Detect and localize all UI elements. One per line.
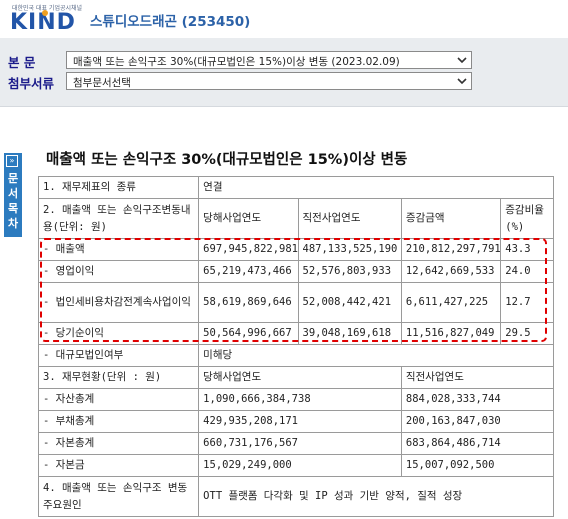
table-cell: - 당기순이익	[37, 322, 200, 345]
table-cell: 미해당	[198, 344, 554, 367]
table-cell: 직전사업연도	[400, 366, 555, 389]
table-cell: 660,731,176,567	[198, 432, 402, 455]
table-cell: 65,219,473,466	[198, 260, 299, 283]
table-row: - 영업이익 65,219,473,466 52,576,803,933 12,…	[37, 260, 554, 283]
table-row: - 자산총계 1,090,666,384,738 884,028,333,744	[37, 388, 555, 411]
table-row: - 대규모법인여부 미해당	[37, 344, 554, 367]
double-chevron-right-icon: »	[6, 155, 18, 167]
attach-select[interactable]: 첨부문서선택	[66, 72, 472, 90]
table-cell: 15,007,092,500	[400, 454, 555, 477]
table-cell: 29.5	[500, 322, 554, 345]
table-cell: 6,611,427,225	[400, 282, 502, 323]
table-cell: 3. 재무현황(단위 : 원)	[37, 366, 200, 389]
table-row: - 법인세비용차감전계속사업이익 58,619,869,646 52,008,4…	[37, 282, 554, 323]
table-cell: 당해사업연도	[198, 198, 299, 239]
table-row: - 매출액 697,945,822,981 487,133,525,190 21…	[37, 238, 554, 261]
table-cell: - 매출액	[37, 238, 200, 261]
table-cell: 200,163,847,030	[400, 410, 555, 433]
table-cell: OTT 플랫폼 다각화 및 IP 성과 기반 양적, 질적 성장	[198, 476, 554, 517]
top-bar: 대한민국 대표 기업공시채널 KIND 스튜디오드래곤 (253450)	[0, 0, 568, 38]
table-cell: 210,812,297,791	[400, 238, 502, 261]
table-cell: 1. 재무제표의 종류	[37, 176, 200, 199]
table-cell: 884,028,333,744	[400, 388, 555, 411]
table-row: 3. 재무현황(단위 : 원) 당해사업연도 직전사업연도	[37, 366, 555, 389]
company-title: 스튜디오드래곤 (253450)	[90, 14, 251, 30]
table-cell: 487,133,525,190	[297, 238, 402, 261]
table-cell: 당해사업연도	[198, 366, 402, 389]
chevron-down-icon	[457, 78, 467, 85]
table-cell: 증감금액	[400, 198, 502, 239]
table-cell: 52,008,442,421	[297, 282, 402, 323]
table-cell: 697,945,822,981	[198, 238, 299, 261]
attach-select-value: 첨부문서선택	[73, 77, 131, 89]
attach-label: 첨부서류	[8, 76, 55, 91]
toc-side-tab[interactable]: » 문서목차	[4, 153, 22, 237]
table-cell: 직전사업연도	[297, 198, 402, 239]
table-cell: 2. 매출액 또는 손익구조변동내용(단위: 원)	[37, 198, 200, 239]
table-row: 2. 매출액 또는 손익구조변동내용(단위: 원) 당해사업연도 직전사업연도 …	[37, 198, 554, 239]
table-cell: 39,048,169,618	[297, 322, 402, 345]
table-cell: 50,564,996,667	[198, 322, 299, 345]
table-row: - 자본총계 660,731,176,567 683,864,486,714	[37, 432, 555, 455]
table-cell: 24.0	[500, 260, 554, 283]
table-cell: - 자산총계	[37, 388, 200, 411]
table-cell: - 대규모법인여부	[37, 344, 200, 367]
main-doc-select-value: 매출액 또는 손익구조 30%(대규모법인은 15%)이상 변동 (2023.0…	[73, 56, 400, 68]
table-row: - 부채총계 429,935,208,171 200,163,847,030	[37, 410, 555, 433]
main-doc-label: 본 문	[8, 55, 36, 70]
table-cell: 15,029,249,000	[198, 454, 402, 477]
table-cell: 683,864,486,714	[400, 432, 555, 455]
document-title: 매출액 또는 손익구조 30%(대규모법인은 15%)이상 변동	[46, 152, 408, 168]
logo-dot-icon	[42, 10, 48, 16]
table-cell: 4. 매출액 또는 손익구조 변동 주요원인	[37, 476, 200, 517]
table-cell: - 자본금	[37, 454, 200, 477]
table-cell: - 법인세비용차감전계속사업이익	[37, 282, 200, 323]
table-cell: 연결	[198, 176, 554, 199]
table-row: 4. 매출액 또는 손익구조 변동 주요원인 OTT 플랫폼 다각화 및 IP …	[37, 476, 554, 517]
table-row: - 당기순이익 50,564,996,667 39,048,169,618 11…	[37, 322, 554, 345]
table-cell: 11,516,827,049	[400, 322, 502, 345]
table-cell: 43.3	[500, 238, 554, 261]
kind-logo[interactable]: 대한민국 대표 기업공시채널 KIND	[6, 3, 82, 35]
toc-tab-label: 문서목차	[7, 172, 19, 230]
table-cell: - 영업이익	[37, 260, 200, 283]
table-cell: 12.7	[500, 282, 554, 323]
table-cell: 58,619,869,646	[198, 282, 299, 323]
table-cell: - 자본총계	[37, 432, 200, 455]
table-cell: 429,935,208,171	[198, 410, 402, 433]
table-cell: 1,090,666,384,738	[198, 388, 402, 411]
table-cell: 12,642,669,533	[400, 260, 502, 283]
table-row: - 자본금 15,029,249,000 15,007,092,500	[37, 454, 555, 477]
disclosure-table: 1. 재무제표의 종류 연결 2. 매출액 또는 손익구조변동내용(단위: 원)…	[37, 176, 555, 517]
table-cell: - 부채총계	[37, 410, 200, 433]
main-doc-select[interactable]: 매출액 또는 손익구조 30%(대규모법인은 15%)이상 변동 (2023.0…	[66, 51, 472, 69]
table-row: 1. 재무제표의 종류 연결	[37, 176, 554, 199]
table-cell: 52,576,803,933	[297, 260, 402, 283]
filter-bar: 본 문 매출액 또는 손익구조 30%(대규모법인은 15%)이상 변동 (20…	[0, 38, 568, 107]
chevron-down-icon	[457, 57, 467, 64]
table-cell: 증감비율(%)	[500, 198, 554, 239]
